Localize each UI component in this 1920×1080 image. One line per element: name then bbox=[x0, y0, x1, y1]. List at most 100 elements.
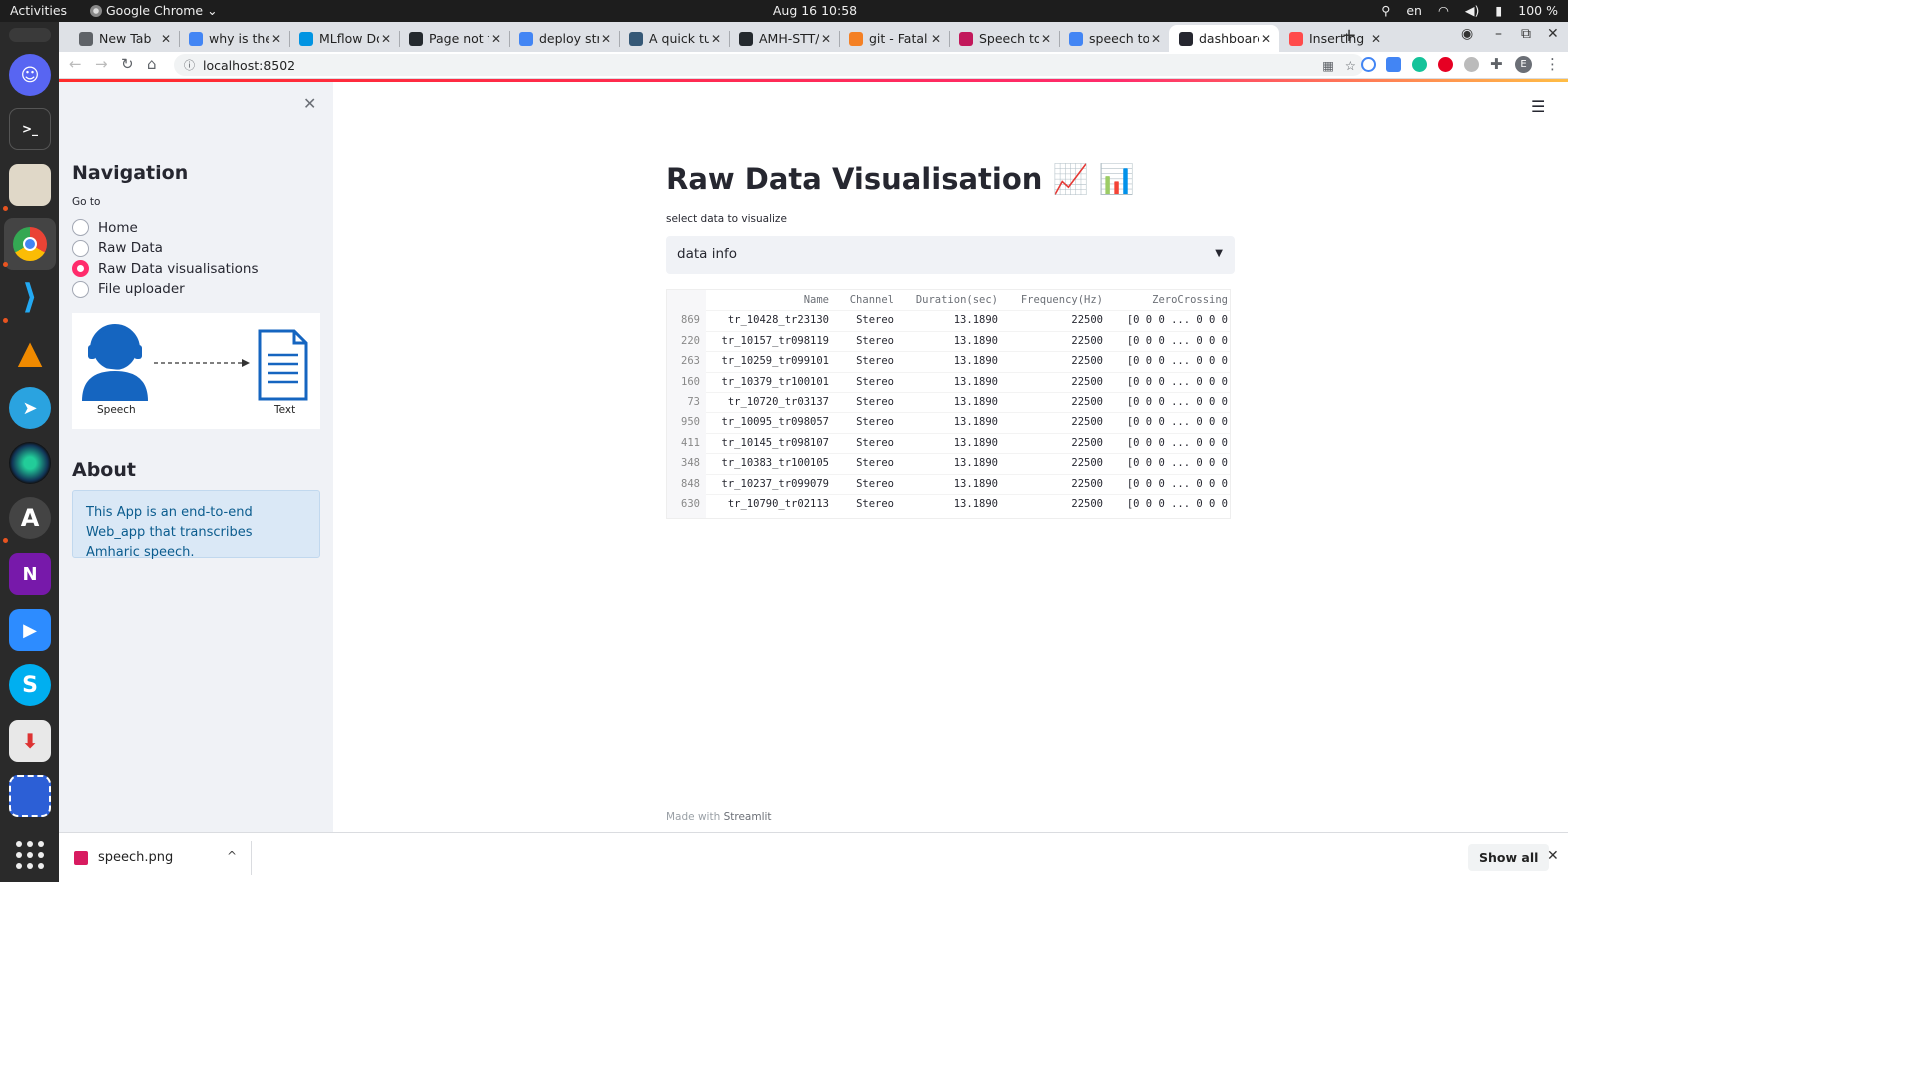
table-cell[interactable]: tr_10790_tr02113 bbox=[728, 494, 829, 514]
table-cell[interactable]: tr_10157_tr098119 bbox=[722, 331, 829, 351]
table-cell[interactable]: 22500 bbox=[1071, 331, 1103, 351]
show-applications-icon[interactable] bbox=[16, 841, 44, 869]
table-cell[interactable]: 13.1890 bbox=[954, 412, 998, 432]
table-cell[interactable]: 13.1890 bbox=[954, 351, 998, 371]
table-cell[interactable]: 13.1890 bbox=[954, 433, 998, 453]
table-cell[interactable]: tr_10095_tr098057 bbox=[722, 412, 829, 432]
browser-tab[interactable]: Page not f ✕ bbox=[399, 25, 509, 52]
software-center-icon[interactable]: A bbox=[9, 497, 51, 539]
table-cell[interactable]: Stereo bbox=[856, 351, 894, 371]
chevron-up-icon[interactable]: ^ bbox=[227, 849, 237, 863]
extension-icon[interactable] bbox=[1361, 57, 1376, 72]
close-shelf-icon[interactable]: ✕ bbox=[1547, 848, 1559, 864]
partial-app-icon[interactable] bbox=[9, 28, 51, 42]
forward-icon[interactable]: → bbox=[95, 55, 108, 73]
browser-tab[interactable]: MLflow Do ✕ bbox=[289, 25, 399, 52]
table-cell[interactable]: Stereo bbox=[856, 310, 894, 330]
table-cell[interactable]: 22500 bbox=[1071, 351, 1103, 371]
column-header[interactable]: Channel bbox=[850, 290, 894, 310]
close-tab-icon[interactable]: ✕ bbox=[709, 32, 723, 46]
table-cell[interactable]: Stereo bbox=[856, 433, 894, 453]
close-tab-icon[interactable]: ✕ bbox=[819, 32, 833, 46]
close-tab-icon[interactable]: ✕ bbox=[269, 32, 283, 46]
qr-code-icon[interactable]: ▦ bbox=[1322, 58, 1334, 73]
table-cell[interactable]: [0 0 0 ... 0 0 0 bbox=[1127, 372, 1228, 392]
table-cell[interactable]: tr_10383_tr100105 bbox=[722, 453, 829, 473]
table-cell[interactable]: [0 0 0 ... 0 0 0 bbox=[1127, 412, 1228, 432]
table-cell[interactable]: tr_10720_tr03137 bbox=[728, 392, 829, 412]
table-cell[interactable]: 22500 bbox=[1071, 494, 1103, 514]
column-header[interactable]: Name bbox=[804, 290, 829, 310]
screenshot-icon[interactable] bbox=[9, 775, 51, 817]
browser-tab[interactable]: Inserting I ✕ bbox=[1279, 25, 1389, 52]
chrome-dock-icon[interactable] bbox=[4, 218, 56, 270]
column-header[interactable]: ZeroCrossing bbox=[1152, 290, 1228, 310]
table-cell[interactable]: Stereo bbox=[856, 392, 894, 412]
table-cell[interactable]: [0 0 0 ... 0 0 0 bbox=[1127, 331, 1228, 351]
table-cell[interactable]: [0 0 0 ... 0 0 0 bbox=[1127, 351, 1228, 371]
table-cell[interactable]: 13.1890 bbox=[954, 372, 998, 392]
kebab-menu-icon[interactable]: ⋮ bbox=[1545, 55, 1560, 73]
nav-radio-option[interactable]: Raw Data visualisations bbox=[72, 260, 259, 277]
column-header[interactable]: Frequency(Hz) bbox=[1021, 290, 1103, 310]
table-cell[interactable]: 13.1890 bbox=[954, 494, 998, 514]
discord-icon[interactable]: ☺ bbox=[9, 54, 51, 96]
browser-tab[interactable]: speech to ✕ bbox=[1059, 25, 1169, 52]
telegram-icon[interactable]: ➤ bbox=[9, 387, 51, 429]
onenote-icon[interactable]: N bbox=[9, 553, 51, 595]
table-cell[interactable]: Stereo bbox=[856, 453, 894, 473]
table-cell[interactable]: 22500 bbox=[1071, 433, 1103, 453]
close-tab-icon[interactable]: ✕ bbox=[489, 32, 503, 46]
table-cell[interactable]: tr_10428_tr23130 bbox=[728, 310, 829, 330]
files-icon[interactable] bbox=[9, 164, 51, 206]
tab-search-icon[interactable]: ◉ bbox=[1461, 26, 1473, 42]
browser-tab[interactable]: AMH-STT/✕ bbox=[729, 25, 839, 52]
table-cell[interactable]: tr_10145_tr098107 bbox=[722, 433, 829, 453]
table-cell[interactable]: [0 0 0 ... 0 0 0 bbox=[1127, 494, 1228, 514]
table-cell[interactable]: 22500 bbox=[1071, 412, 1103, 432]
nav-radio-option[interactable]: Raw Data bbox=[72, 239, 163, 257]
close-sidebar-icon[interactable]: ✕ bbox=[303, 94, 316, 113]
app-menu[interactable]: Google Chrome ⌄ bbox=[90, 3, 218, 18]
translate-icon[interactable] bbox=[1386, 57, 1401, 72]
table-cell[interactable]: Stereo bbox=[856, 372, 894, 392]
activities-button[interactable]: Activities bbox=[10, 3, 67, 18]
new-tab-button[interactable]: + bbox=[1338, 26, 1360, 48]
table-cell[interactable]: Stereo bbox=[856, 412, 894, 432]
close-tab-icon[interactable]: ✕ bbox=[159, 32, 173, 46]
table-cell[interactable]: 13.1890 bbox=[954, 392, 998, 412]
browser-tab[interactable]: deploy str ✕ bbox=[509, 25, 619, 52]
minimize-button[interactable]: – bbox=[1495, 26, 1502, 42]
table-cell[interactable]: Stereo bbox=[856, 331, 894, 351]
back-icon[interactable]: ← bbox=[69, 55, 82, 73]
table-cell[interactable]: 22500 bbox=[1071, 392, 1103, 412]
table-cell[interactable]: Stereo bbox=[856, 474, 894, 494]
table-cell[interactable]: [0 0 0 ... 0 0 0 bbox=[1127, 433, 1228, 453]
data-selectbox[interactable]: data info ▼ bbox=[666, 236, 1235, 274]
bookmark-star-icon[interactable]: ☆ bbox=[1345, 58, 1356, 73]
nav-radio-option[interactable]: Home bbox=[72, 219, 138, 236]
footer-streamlit-link[interactable]: Streamlit bbox=[724, 811, 772, 823]
system-tray[interactable]: ⚲ en ◠ ◀) ▮ 100 % bbox=[1381, 3, 1558, 18]
close-window-button[interactable]: ✕ bbox=[1547, 26, 1559, 42]
table-cell[interactable]: 13.1890 bbox=[954, 310, 998, 330]
table-cell[interactable]: 22500 bbox=[1071, 310, 1103, 330]
nav-radio-option[interactable]: File uploader bbox=[72, 280, 185, 298]
show-all-button[interactable]: Show all bbox=[1468, 844, 1550, 871]
table-cell[interactable]: 13.1890 bbox=[954, 474, 998, 494]
table-cell[interactable]: 22500 bbox=[1071, 372, 1103, 392]
address-bar[interactable]: ⓘ localhost:8502 ▦ ☆ bbox=[174, 54, 1364, 76]
column-header[interactable]: Duration(sec) bbox=[916, 290, 998, 310]
zoom-icon[interactable]: ▶ bbox=[9, 609, 51, 651]
puzzle-extensions-icon[interactable]: ✚ bbox=[1490, 55, 1503, 73]
close-tab-icon[interactable]: ✕ bbox=[929, 32, 943, 46]
home-icon[interactable]: ⌂ bbox=[147, 55, 157, 73]
clock[interactable]: Aug 16 10:58 bbox=[730, 3, 900, 18]
close-tab-icon[interactable]: ✕ bbox=[599, 32, 613, 46]
table-cell[interactable]: [0 0 0 ... 0 0 0 bbox=[1127, 392, 1228, 412]
radio-unselected-icon[interactable] bbox=[72, 239, 89, 257]
reload-icon[interactable]: ↻ bbox=[121, 55, 134, 73]
table-cell[interactable]: [0 0 0 ... 0 0 0 bbox=[1127, 453, 1228, 473]
table-cell[interactable]: 22500 bbox=[1071, 474, 1103, 494]
extension-icon[interactable] bbox=[1464, 57, 1479, 72]
